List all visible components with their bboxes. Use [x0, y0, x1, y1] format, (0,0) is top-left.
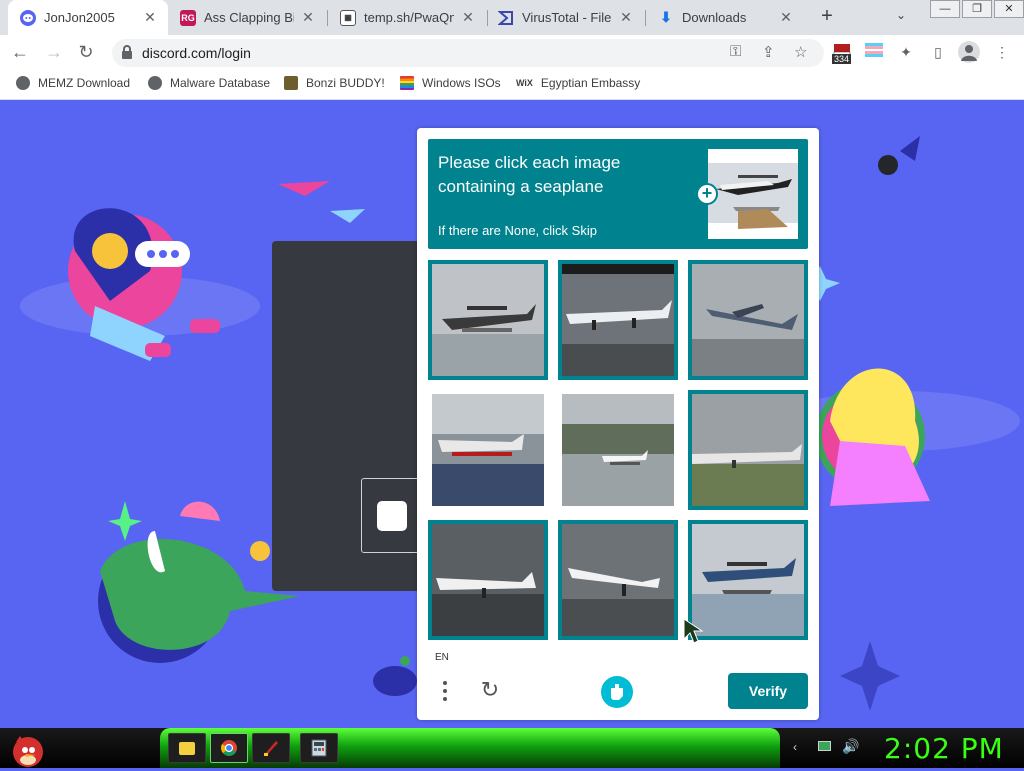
restore-button[interactable]: ❐ [962, 0, 992, 18]
star-icon[interactable]: ☆ [794, 43, 807, 61]
bookmark-label: Windows ISOs [422, 76, 501, 90]
tempsh-icon: ▦ [340, 9, 356, 26]
hcaptcha-logo-icon[interactable] [601, 676, 633, 708]
extension-badge: 334 [832, 54, 852, 64]
language-selector[interactable]: EN [435, 652, 449, 663]
cursor-icon [683, 618, 704, 644]
back-button[interactable]: ← [8, 41, 32, 65]
browser-toolbar: ← → ↻ discord.com/login ⚿ ⇪ ☆ 334 ✦ ▯ ⋮ [0, 35, 1024, 70]
bookmark-label: MEMZ Download [38, 76, 131, 90]
start-button[interactable] [6, 728, 50, 768]
image-tile[interactable] [428, 390, 548, 510]
tab-label: VirusTotal - File - [522, 10, 612, 25]
bookmark-egyptian-embassy[interactable]: WiX Egyptian Embassy [516, 76, 640, 90]
image-tile[interactable] [428, 520, 548, 640]
angry-bird-icon [13, 736, 43, 767]
window-controls: — ❐ ✕ [928, 0, 1024, 18]
profile-avatar[interactable] [958, 41, 980, 63]
discord-login-page: Please click each image containing a sea… [0, 101, 1024, 728]
chrome-icon [221, 740, 237, 756]
reload-button[interactable]: ↻ [74, 41, 98, 65]
close-icon[interactable]: ✕ [142, 9, 158, 26]
image-tile[interactable] [688, 520, 808, 640]
bookmark-label: Malware Database [170, 76, 271, 90]
taskbar-calculator[interactable] [300, 733, 338, 763]
show-hidden-icons[interactable]: ‹ [793, 740, 797, 754]
taskbar-paint[interactable] [252, 733, 290, 763]
paint-icon [264, 741, 278, 756]
network-icon[interactable] [818, 740, 831, 754]
url-text[interactable]: discord.com/login [142, 45, 251, 61]
minimize-button[interactable]: — [930, 0, 960, 18]
lock-icon[interactable] [122, 45, 132, 59]
bookmark-label: Egyptian Embassy [540, 76, 641, 90]
tab-label: Downloads [682, 10, 747, 25]
image-tile[interactable] [558, 520, 678, 640]
bookmarks-bar: MEMZ Download Malware Database Bonzi BUD… [0, 70, 1024, 100]
tab-virustotal[interactable]: VirusTotal - File - ✕ [486, 0, 644, 35]
wix-icon: WiX [516, 78, 533, 88]
close-icon[interactable]: ✕ [460, 9, 476, 26]
explorer-icon [179, 741, 195, 755]
close-icon[interactable]: ✕ [618, 9, 634, 26]
new-tab-button[interactable]: + [816, 6, 838, 28]
puzzle-icon[interactable]: ✦ [896, 42, 916, 62]
tab-jonjon2005[interactable]: JonJon2005 ✕ [8, 0, 168, 35]
image-tile[interactable] [428, 260, 548, 380]
tab-tempsh[interactable]: ▦ temp.sh/PwaQn/I ✕ [328, 0, 486, 35]
prompt-hint: If there are None, click Skip [438, 223, 597, 238]
bookmark-bonzi-buddy[interactable]: Bonzi BUDDY! [284, 76, 385, 90]
taskbar: ‹ 🔊 2:02 PM [0, 728, 1024, 768]
bookmark-label: Bonzi BUDDY! [306, 76, 385, 90]
taskbar-chrome[interactable] [210, 733, 248, 763]
bonzi-icon [284, 76, 298, 90]
image-grid [428, 260, 808, 640]
side-panel-icon[interactable]: ▯ [928, 42, 948, 62]
virustotal-icon [498, 10, 514, 26]
discord-icon [20, 9, 36, 26]
bookmark-windows-isos[interactable]: Windows ISOs [400, 76, 501, 90]
challenge-prompt: Please click each image containing a sea… [428, 139, 808, 249]
verify-button[interactable]: Verify [728, 673, 808, 709]
close-icon[interactable]: ✕ [300, 9, 316, 26]
taskbar-clock[interactable]: 2:02 PM [884, 732, 1004, 765]
refresh-icon[interactable]: ↻ [478, 679, 502, 703]
tab-label: temp.sh/PwaQn/I [364, 10, 454, 25]
forward-button[interactable]: → [42, 41, 66, 65]
image-tile[interactable] [558, 260, 678, 380]
rainbow-flag-icon [400, 76, 414, 90]
tab-strip: JonJon2005 ✕ RG Ass Clapping Big ✕ ▦ tem… [0, 0, 1024, 35]
plus-icon: + [696, 183, 718, 205]
image-tile[interactable] [558, 390, 678, 510]
image-tile[interactable] [688, 390, 808, 510]
address-bar[interactable]: discord.com/login ⚿ ⇪ ☆ [112, 39, 824, 67]
taskbar-explorer[interactable] [168, 733, 206, 763]
volume-icon[interactable]: 🔊 [842, 738, 859, 755]
login-card-tab [361, 478, 421, 553]
key-icon[interactable]: ⚿ [730, 43, 741, 60]
trans-flag-icon[interactable] [864, 42, 884, 62]
globe-icon [148, 76, 162, 90]
close-icon[interactable]: ✕ [778, 9, 794, 26]
bookmark-memz[interactable]: MEMZ Download [16, 76, 130, 90]
menu-kebab-icon[interactable]: ⋮ [992, 42, 1012, 62]
tab-downloads[interactable]: ⬇ Downloads ✕ [646, 0, 804, 35]
example-image [708, 149, 798, 239]
tab-label: JonJon2005 [44, 10, 115, 25]
rg-icon: RG [180, 9, 196, 26]
calculator-icon [311, 739, 327, 757]
tab-label: Ass Clapping Big [204, 10, 294, 25]
share-icon[interactable]: ⇪ [762, 43, 775, 61]
hcaptcha-challenge: Please click each image containing a sea… [417, 128, 819, 720]
image-tile[interactable] [688, 260, 808, 380]
download-icon: ⬇ [660, 9, 672, 25]
tab-search-icon[interactable]: ⌄ [896, 8, 906, 22]
globe-icon [16, 76, 30, 90]
bookmark-malware-database[interactable]: Malware Database [148, 76, 270, 90]
prompt-text: Please click each image containing a sea… [438, 153, 621, 196]
window-close-button[interactable]: ✕ [994, 0, 1024, 18]
tab-ass-clapping[interactable]: RG Ass Clapping Big ✕ [168, 0, 326, 35]
menu-dots-icon[interactable] [439, 679, 451, 703]
